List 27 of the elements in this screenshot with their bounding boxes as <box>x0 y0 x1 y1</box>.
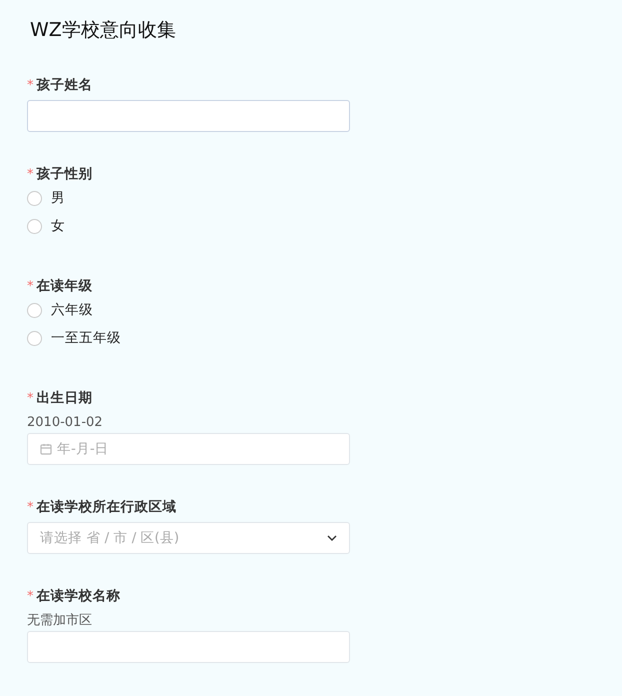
radio-button[interactable] <box>27 218 42 234</box>
radio-option[interactable]: 一至五年级 <box>27 324 121 352</box>
field-label: 在读学校所在行政区域 <box>36 498 176 516</box>
radio-option[interactable]: 男 <box>27 184 65 212</box>
required-mark: * <box>27 166 34 182</box>
calendar-icon <box>40 443 52 455</box>
required-mark: * <box>27 278 34 294</box>
radio-button[interactable] <box>27 190 42 206</box>
required-mark: * <box>27 390 34 406</box>
form-title: WZ学校意向收集 <box>30 18 177 43</box>
field-label: 孩子姓名 <box>36 76 92 94</box>
field-label: 在读学校名称 <box>36 587 120 605</box>
chevron-down-icon <box>327 535 337 541</box>
radio-button[interactable] <box>27 330 42 346</box>
field-label: 出生日期 <box>36 389 92 407</box>
required-mark: * <box>27 78 34 92</box>
field-label: 孩子性别 <box>36 165 92 183</box>
field-label: 在读年级 <box>36 277 92 295</box>
radio-button[interactable] <box>27 302 42 318</box>
text-field[interactable] <box>27 631 350 663</box>
required-mark: * <box>27 500 34 514</box>
field-hint: 无需加市区 <box>27 612 93 630</box>
field-hint: 2010-01-02 <box>27 414 104 432</box>
required-mark: * <box>27 588 34 604</box>
radio-option[interactable]: 女 <box>27 212 65 240</box>
text-field[interactable] <box>27 100 350 132</box>
radio-option[interactable]: 六年级 <box>27 296 93 324</box>
